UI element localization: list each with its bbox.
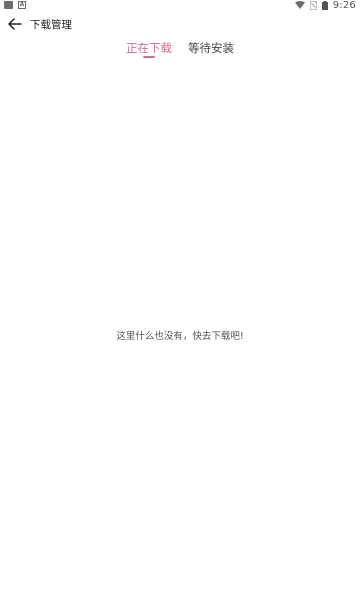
tab-waiting-install[interactable]: 等待安装 — [187, 40, 235, 62]
status-left: A — [4, 1, 26, 9]
tab-downloading[interactable]: 正在下载 — [125, 40, 173, 62]
empty-state-message: 这里什么也没有，快去下载吧! — [116, 331, 244, 342]
tab-bar: 正在下载 等待安装 — [0, 40, 360, 62]
status-right: 9:26 — [294, 0, 356, 11]
tab-active-indicator — [143, 56, 155, 58]
status-time: 9:26 — [332, 0, 356, 11]
wifi-icon — [294, 1, 305, 9]
back-button[interactable] — [1, 10, 29, 38]
arrow-left-icon — [8, 18, 22, 30]
tab-downloading-label: 正在下载 — [126, 41, 172, 55]
status-bar: A 9:26 — [0, 0, 360, 11]
tab-waiting-install-label: 等待安装 — [188, 41, 234, 55]
screen: A 9:26 下载管理 正在下载 等待安装 这里什么也没有，快去下载吧! — [0, 0, 360, 600]
sim-icon — [309, 0, 317, 10]
app-bar: 下载管理 — [0, 10, 360, 38]
battery-icon — [321, 0, 328, 10]
notification-icon — [4, 1, 13, 9]
page-title: 下载管理 — [30, 18, 72, 31]
notification-a-icon: A — [18, 1, 26, 9]
